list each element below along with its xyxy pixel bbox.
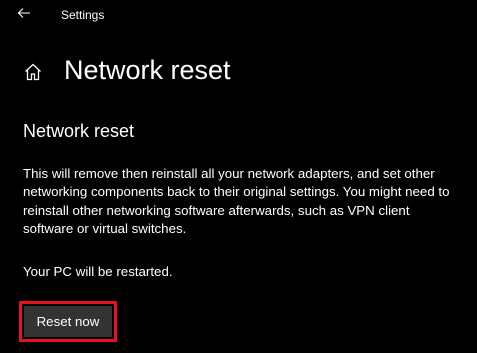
back-button[interactable] <box>12 4 36 26</box>
title-bar: Settings <box>0 0 477 30</box>
page-header: Network reset <box>22 52 231 88</box>
restart-note: Your PC will be restarted. <box>23 264 173 279</box>
section-title: Network reset <box>23 121 135 141</box>
reset-now-button[interactable]: Reset now <box>24 306 112 337</box>
home-icon[interactable] <box>22 61 44 83</box>
page-title: Network reset <box>64 55 231 85</box>
window-title: Settings <box>61 8 105 22</box>
description-text: This will remove then reinstall all your… <box>23 166 450 237</box>
back-arrow-icon <box>17 6 31 24</box>
